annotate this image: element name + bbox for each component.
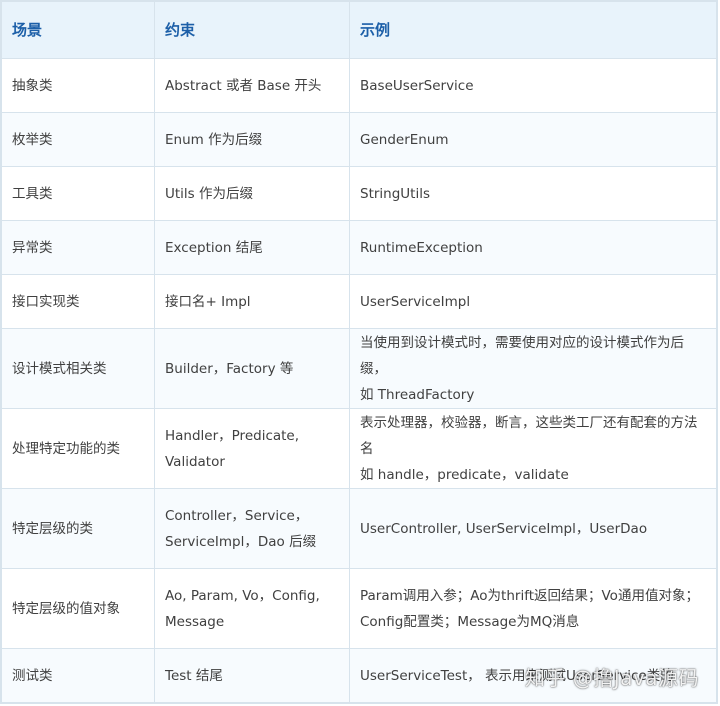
table-row: 特定层级的值对象 Ao, Param, Vo，Config, Message P… <box>1 568 717 649</box>
cell-example: RuntimeException <box>349 220 717 275</box>
cell-example: Param调用入参；Ao为thrift返回结果；Vo通用值对象； Config配… <box>349 568 717 649</box>
cell-example: UserServiceTest， 表示用来测试UserService类的 <box>349 648 717 703</box>
header-example: 示例 <box>349 1 717 59</box>
cell-example: UserController, UserServiceImpl，UserDao <box>349 488 717 569</box>
cell-example: UserServiceImpl <box>349 274 717 329</box>
cell-scene: 特定层级的类 <box>1 488 155 569</box>
table-row: 接口实现类 接口名+ Impl UserServiceImpl <box>1 274 717 329</box>
table-row: 抽象类 Abstract 或者 Base 开头 BaseUserService <box>1 58 717 113</box>
cell-scene: 异常类 <box>1 220 155 275</box>
table-row: 枚举类 Enum 作为后缀 GenderEnum <box>1 112 717 167</box>
cell-constraint: 接口名+ Impl <box>154 274 350 329</box>
cell-example: BaseUserService <box>349 58 717 113</box>
cell-constraint: Enum 作为后缀 <box>154 112 350 167</box>
table-row: 异常类 Exception 结尾 RuntimeException <box>1 220 717 275</box>
table: 场景 约束 示例 抽象类 Abstract 或者 Base 开头 BaseUse… <box>1 1 717 703</box>
cell-example: StringUtils <box>349 166 717 221</box>
cell-scene: 接口实现类 <box>1 274 155 329</box>
cell-constraint: Handler，Predicate, Validator <box>154 408 350 489</box>
cell-scene: 工具类 <box>1 166 155 221</box>
table-row: 测试类 Test 结尾 UserServiceTest， 表示用来测试UserS… <box>1 648 717 703</box>
cell-constraint: Controller，Service， ServiceImpl，Dao 后缀 <box>154 488 350 569</box>
naming-convention-table: 场景 约束 示例 抽象类 Abstract 或者 Base 开头 BaseUse… <box>0 0 718 704</box>
header-row: 场景 约束 示例 <box>1 1 717 59</box>
cell-scene: 特定层级的值对象 <box>1 568 155 649</box>
cell-scene: 枚举类 <box>1 112 155 167</box>
cell-constraint: Builder，Factory 等 <box>154 328 350 409</box>
table-row: 设计模式相关类 Builder，Factory 等 当使用到设计模式时，需要使用… <box>1 328 717 409</box>
cell-constraint: Ao, Param, Vo，Config, Message <box>154 568 350 649</box>
cell-scene: 设计模式相关类 <box>1 328 155 409</box>
cell-example: 表示处理器，校验器，断言，这些类工厂还有配套的方法名 如 handle，pred… <box>349 408 717 489</box>
header-constraint: 约束 <box>154 1 350 59</box>
table-body: 抽象类 Abstract 或者 Base 开头 BaseUserService … <box>1 58 717 703</box>
cell-example: 当使用到设计模式时，需要使用对应的设计模式作为后缀， 如 ThreadFacto… <box>349 328 717 409</box>
header-scene: 场景 <box>1 1 155 59</box>
cell-scene: 处理特定功能的类 <box>1 408 155 489</box>
cell-constraint: Abstract 或者 Base 开头 <box>154 58 350 113</box>
cell-constraint: Exception 结尾 <box>154 220 350 275</box>
table-header: 场景 约束 示例 <box>1 1 717 59</box>
cell-scene: 抽象类 <box>1 58 155 113</box>
cell-scene: 测试类 <box>1 648 155 703</box>
cell-example: GenderEnum <box>349 112 717 167</box>
table-row: 处理特定功能的类 Handler，Predicate, Validator 表示… <box>1 408 717 489</box>
table-row: 特定层级的类 Controller，Service， ServiceImpl，D… <box>1 488 717 569</box>
table-row: 工具类 Utils 作为后缀 StringUtils <box>1 166 717 221</box>
cell-constraint: Test 结尾 <box>154 648 350 703</box>
cell-constraint: Utils 作为后缀 <box>154 166 350 221</box>
